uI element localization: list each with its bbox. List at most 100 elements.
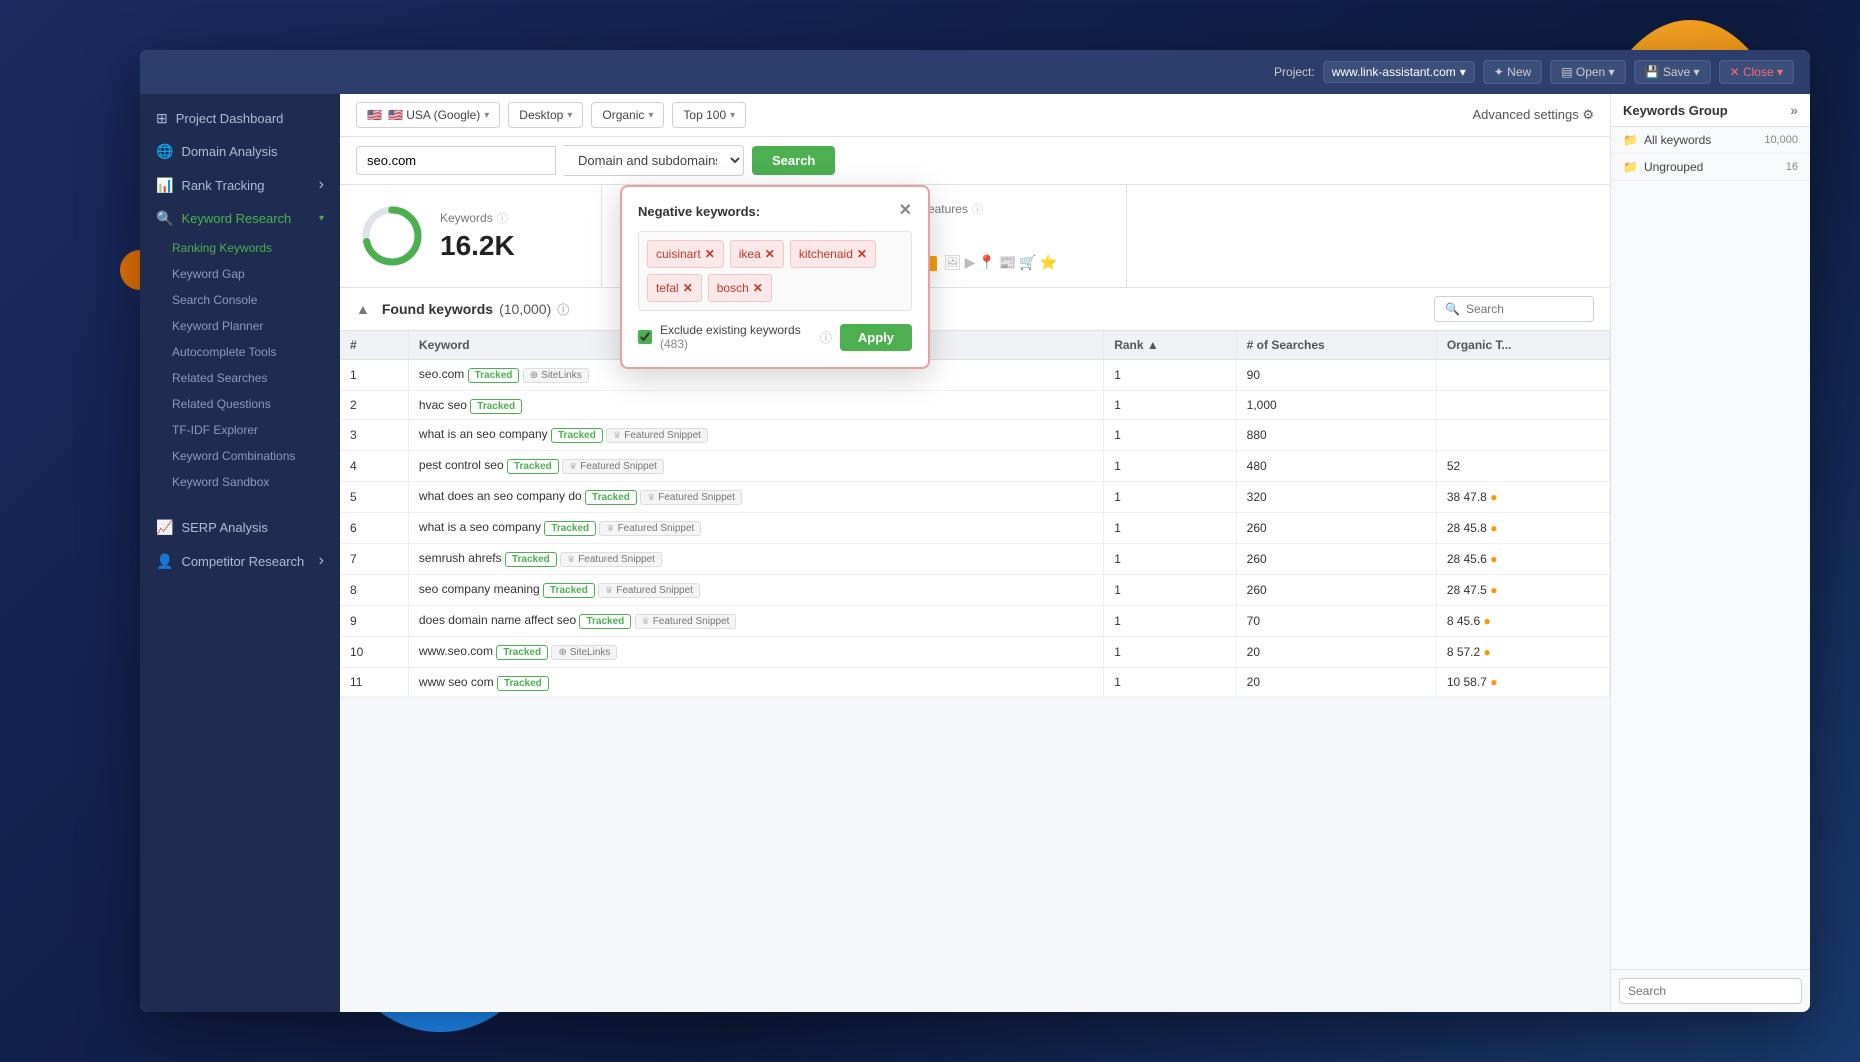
serp-badge: ♛ Featured Snippet: [562, 459, 664, 474]
apply-button[interactable]: Apply: [840, 324, 912, 351]
search-type-filter[interactable]: Organic ▾: [591, 102, 664, 128]
sidebar-item-rank-tracking[interactable]: 📊 Rank Tracking: [140, 168, 340, 202]
right-panel-search-input[interactable]: [1619, 978, 1802, 1004]
right-panel: Keywords Group » 📁 All keywords 10,000 📁…: [1610, 94, 1810, 1012]
cell-keyword: seo company meaning Tracked ♛ Featured S…: [408, 575, 1103, 606]
expand-icon[interactable]: »: [1790, 102, 1798, 118]
sidebar-item-serp-analysis[interactable]: 📈 SERP Analysis: [140, 511, 340, 544]
sidebar-sub-keyword-gap[interactable]: Keyword Gap: [140, 261, 340, 287]
search-button[interactable]: Search: [752, 146, 835, 175]
table-row[interactable]: 10 www.seo.com Tracked ⊕ SiteLinks 1 20 …: [340, 637, 1610, 668]
collapse-icon[interactable]: ▲: [356, 301, 370, 317]
ungrouped-count: 16: [1786, 161, 1798, 173]
neg-tag-remove-button[interactable]: ✕: [705, 247, 715, 261]
sidebar-sub-search-console[interactable]: Search Console: [140, 287, 340, 313]
cell-num: 9: [340, 606, 408, 637]
cell-searches: 260: [1236, 513, 1436, 544]
sidebar-item-domain-analysis[interactable]: 🌐 Domain Analysis: [140, 135, 340, 168]
serp-icon-star: ⭐: [1040, 254, 1057, 271]
all-keywords-item[interactable]: 📁 All keywords 10,000: [1611, 127, 1810, 154]
neg-tag-remove-button[interactable]: ✕: [753, 281, 763, 295]
cell-num: 10: [340, 637, 408, 668]
neg-tag-remove-button[interactable]: ✕: [683, 281, 693, 295]
neg-tag: ikea ✕: [730, 240, 784, 268]
sidebar-sub-autocomplete[interactable]: Autocomplete Tools: [140, 339, 340, 365]
table-row[interactable]: 1 seo.com Tracked ⊕ SiteLinks 1 90: [340, 360, 1610, 391]
table-row[interactable]: 2 hvac seo Tracked 1 1,000: [340, 391, 1610, 420]
table-row[interactable]: 7 semrush ahrefs Tracked ♛ Featured Snip…: [340, 544, 1610, 575]
sidebar-sub-related-searches[interactable]: Related Searches: [140, 365, 340, 391]
device-filter[interactable]: Desktop ▾: [508, 102, 583, 128]
neg-tag-label: kitchenaid: [799, 247, 853, 261]
app-window: Project: www.link-assistant.com ▾ ✦ New …: [140, 50, 1810, 1012]
table-header-row: ▲ Found keywords (10,000) ⓘ 🔍: [340, 288, 1610, 331]
advanced-settings-button[interactable]: Advanced settings ⚙: [1472, 107, 1594, 123]
table-row[interactable]: 6 what is a seo company Tracked ♛ Featur…: [340, 513, 1610, 544]
close-button[interactable]: ✕ Close ▾: [1719, 60, 1794, 84]
sidebar-sub-keyword-combinations[interactable]: Keyword Combinations: [140, 443, 340, 469]
sidebar-item-competitor-research[interactable]: 👤 Competitor Research: [140, 544, 340, 578]
cell-keyword: does domain name affect seo Tracked ♛ Fe…: [408, 606, 1103, 637]
sidebar-item-project-dashboard[interactable]: ⊞ Project Dashboard: [140, 102, 340, 135]
score-dot: ●: [1487, 521, 1498, 535]
exclude-count: (483): [660, 337, 688, 351]
sidebar-label-competitor: Competitor Research: [181, 554, 304, 569]
search-icon: 🔍: [156, 210, 173, 227]
table-search-box[interactable]: 🔍: [1434, 296, 1594, 322]
region-filter[interactable]: 🇺🇸 🇺🇸 USA (Google) ▾: [356, 102, 500, 128]
neg-tag-remove-button[interactable]: ✕: [857, 247, 867, 261]
sidebar-sub-keyword-planner[interactable]: Keyword Planner: [140, 313, 340, 339]
cell-organic: 8 45.6 ●: [1436, 606, 1609, 637]
cell-rank: 1: [1104, 637, 1236, 668]
sidebar-sub-related-questions[interactable]: Related Questions: [140, 391, 340, 417]
flag-icon: 🇺🇸: [367, 108, 382, 122]
cell-searches: 260: [1236, 544, 1436, 575]
info-icon-serp: ⓘ: [972, 201, 983, 217]
neg-tag-remove-button[interactable]: ✕: [765, 247, 775, 261]
cell-organic: [1436, 360, 1609, 391]
table-search-input[interactable]: [1466, 302, 1583, 316]
ungrouped-item[interactable]: 📁 Ungrouped 16: [1611, 154, 1810, 181]
exclude-label: Exclude existing keywords (483): [660, 323, 812, 351]
crown-icon: ♛: [606, 523, 614, 534]
crown-icon: ♛: [647, 492, 655, 503]
table-row[interactable]: 8 seo company meaning Tracked ♛ Featured…: [340, 575, 1610, 606]
cell-rank: 1: [1104, 482, 1236, 513]
col-searches: # of Searches: [1236, 331, 1436, 360]
tracked-badge: Tracked: [551, 428, 603, 443]
chevron-down-icon: ▾: [1460, 65, 1466, 79]
filter-toolbar: 🇺🇸 🇺🇸 USA (Google) ▾ Desktop ▾ Organic ▾…: [340, 94, 1610, 137]
search-icon-table: 🔍: [1445, 302, 1460, 316]
cell-num: 2: [340, 391, 408, 420]
sidebar-sub-tfidf[interactable]: TF-IDF Explorer: [140, 417, 340, 443]
sidebar-sub-keyword-sandbox[interactable]: Keyword Sandbox: [140, 469, 340, 495]
sidebar-sub-ranking-keywords[interactable]: Ranking Keywords: [140, 235, 340, 261]
cell-organic: 10 58.7 ●: [1436, 668, 1609, 697]
popup-close-button[interactable]: ✕: [899, 203, 912, 219]
table-row[interactable]: 9 does domain name affect seo Tracked ♛ …: [340, 606, 1610, 637]
table-row[interactable]: 3 what is an seo company Tracked ♛ Featu…: [340, 420, 1610, 451]
tracked-badge: Tracked: [497, 676, 549, 691]
stats-row: Keywords ⓘ 16.2K: [340, 185, 1610, 288]
exclude-checkbox[interactable]: [638, 330, 652, 344]
table-row[interactable]: 11 www seo com Tracked 1 20 10 58.7 ●: [340, 668, 1610, 697]
open-button[interactable]: ▤ Open ▾: [1550, 60, 1625, 84]
crown-icon: ♛: [642, 616, 650, 627]
new-button[interactable]: ✦ New: [1483, 60, 1542, 84]
search-type-select[interactable]: Domain and subdomains Exact URL Subdomai…: [564, 145, 744, 176]
score-dot: ●: [1480, 645, 1491, 659]
top-filter[interactable]: Top 100 ▾: [672, 102, 746, 128]
cell-keyword: what is a seo company Tracked ♛ Featured…: [408, 513, 1103, 544]
table-row[interactable]: 5 what does an seo company do Tracked ♛ …: [340, 482, 1610, 513]
col-rank[interactable]: Rank ▲: [1104, 331, 1236, 360]
neg-tags-area: cuisinart ✕ikea ✕kitchenaid ✕tefal ✕bosc…: [638, 231, 912, 311]
sidebar-item-keyword-research[interactable]: 🔍 Keyword Research ▾: [140, 202, 340, 235]
cell-organic: [1436, 391, 1609, 420]
serp-icon-map: 📍: [978, 254, 995, 271]
info-icon: ⓘ: [497, 210, 508, 226]
save-button[interactable]: 💾 Save ▾: [1634, 60, 1711, 84]
project-selector[interactable]: www.link-assistant.com ▾: [1323, 61, 1475, 83]
table-scroll-area[interactable]: # Keyword Rank ▲ # of Searches Organic T…: [340, 331, 1610, 1012]
domain-input[interactable]: [356, 146, 556, 175]
table-row[interactable]: 4 pest control seo Tracked ♛ Featured Sn…: [340, 451, 1610, 482]
